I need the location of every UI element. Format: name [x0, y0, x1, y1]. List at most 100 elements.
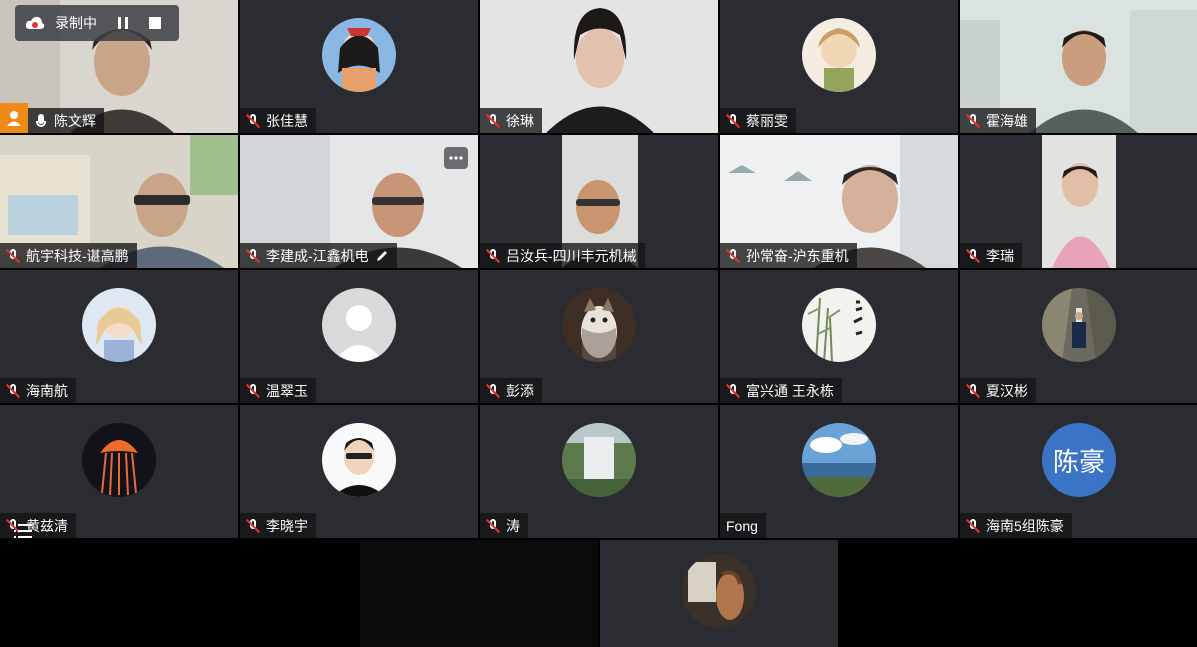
participant-tile[interactable]: 黄兹清 [0, 405, 238, 538]
participant-label: 富兴通 王永栋 [720, 378, 842, 403]
muted-microphone-icon[interactable] [246, 248, 260, 264]
bottom-strip [0, 540, 1197, 647]
muted-microphone-icon[interactable] [726, 113, 740, 129]
participant-name: 温翠玉 [266, 382, 308, 399]
cloud-record-icon [25, 16, 45, 29]
participant-avatar [322, 423, 396, 497]
participant-tile[interactable]: 彭添 [480, 270, 718, 403]
ellipsis-icon [449, 156, 463, 160]
participant-label: 海南5组陈豪 [960, 513, 1072, 538]
participant-name: 海南5组陈豪 [986, 517, 1064, 534]
participant-name: 李瑞 [986, 247, 1014, 264]
participant-avatar [562, 423, 636, 497]
participant-name: 航宇科技-谌高鹏 [26, 247, 129, 264]
participant-name: 李晓宇 [266, 517, 308, 534]
participant-tile[interactable]: 温翠玉 [240, 270, 478, 403]
default-avatar-icon [322, 288, 396, 362]
participant-label: 李建成-江鑫机电 [240, 243, 397, 268]
participant-label: 海南航 [0, 378, 76, 403]
more-options-button[interactable] [444, 147, 468, 169]
stop-icon[interactable] [147, 15, 163, 31]
participant-name: 陈文辉 [54, 112, 96, 129]
participant-tile[interactable]: 李建成-江鑫机电 [240, 135, 478, 268]
participant-name: 海南航 [26, 382, 68, 399]
muted-microphone-icon[interactable] [966, 113, 980, 129]
muted-microphone-icon[interactable] [246, 518, 260, 534]
participant-label: 涛 [480, 513, 528, 538]
initials-avatar: 陈豪 [1042, 423, 1116, 497]
participant-name: 徐琳 [506, 112, 534, 129]
participant-tile[interactable]: 陈豪 海南5组陈豪 [960, 405, 1197, 538]
participant-avatar [82, 423, 156, 497]
participant-tile[interactable]: 徐琳 [480, 0, 718, 133]
muted-microphone-icon[interactable] [726, 248, 740, 264]
participant-tile[interactable]: 富兴通 王永栋 [720, 270, 958, 403]
participant-name: 彭添 [506, 382, 534, 399]
participant-tile[interactable] [600, 540, 838, 647]
participant-name: 涛 [506, 517, 520, 534]
empty-slot [0, 540, 358, 647]
participant-tile[interactable]: 张佳慧 [240, 0, 478, 133]
participant-avatar [562, 288, 636, 362]
participant-label: 陈文辉 [28, 108, 104, 133]
participant-tile[interactable]: 航宇科技-谌高鹏 [0, 135, 238, 268]
participant-avatar [802, 423, 876, 497]
participant-label: 温翠玉 [240, 378, 316, 403]
participant-name: 蔡丽雯 [746, 112, 788, 129]
recording-controls: 录制中 [15, 5, 179, 41]
host-badge [0, 103, 28, 133]
participant-tile[interactable]: 吕汝兵-四川丰元机械 [480, 135, 718, 268]
participant-label: 徐琳 [480, 108, 542, 133]
participant-avatar [1042, 288, 1116, 362]
participant-name: 夏汉彬 [986, 382, 1028, 399]
microphone-icon[interactable] [34, 113, 48, 129]
participant-list-icon[interactable] [12, 520, 34, 542]
participant-label: 李瑞 [960, 243, 1022, 268]
participant-tile[interactable]: Fong [720, 405, 958, 538]
pause-icon[interactable] [115, 15, 131, 31]
participant-tile[interactable]: 海南航 [0, 270, 238, 403]
video-grid: 陈文辉 张佳慧 徐琳 蔡丽雯 霍海雄 航宇科技-谌高鹏 李建成-江鑫机电 吕汝兵… [0, 0, 1197, 540]
muted-microphone-icon[interactable] [486, 248, 500, 264]
participant-label: Fong [720, 513, 766, 538]
participant-label: 吕汝兵-四川丰元机械 [480, 243, 645, 268]
participant-name: 孙常奋-沪东重机 [746, 247, 849, 264]
participant-tile[interactable]: 涛 [480, 405, 718, 538]
muted-microphone-icon[interactable] [966, 383, 980, 399]
rename-pencil-icon[interactable] [375, 249, 389, 263]
user-icon [7, 111, 21, 126]
participant-label: 彭添 [480, 378, 542, 403]
empty-slot [840, 540, 1197, 647]
participant-avatar [802, 288, 876, 362]
muted-microphone-icon[interactable] [6, 248, 20, 264]
participant-name: 霍海雄 [986, 112, 1028, 129]
participant-name: 富兴通 王永栋 [746, 382, 834, 399]
participant-tile[interactable]: 夏汉彬 [960, 270, 1197, 403]
muted-microphone-icon[interactable] [966, 518, 980, 534]
muted-microphone-icon[interactable] [726, 383, 740, 399]
participant-avatar [802, 18, 876, 92]
participant-label: 霍海雄 [960, 108, 1036, 133]
participant-tile[interactable]: 孙常奋-沪东重机 [720, 135, 958, 268]
muted-microphone-icon[interactable] [246, 113, 260, 129]
muted-microphone-icon[interactable] [6, 383, 20, 399]
participant-label: 航宇科技-谌高鹏 [0, 243, 137, 268]
participant-avatar [682, 554, 756, 628]
muted-microphone-icon[interactable] [486, 518, 500, 534]
muted-microphone-icon[interactable] [966, 248, 980, 264]
participant-name: 张佳慧 [266, 112, 308, 129]
recording-status: 录制中 [55, 15, 97, 31]
participant-name: 李建成-江鑫机电 [266, 247, 369, 264]
participant-tile[interactable]: 蔡丽雯 [720, 0, 958, 133]
participant-label: 李晓宇 [240, 513, 316, 538]
participant-tile[interactable]: 霍海雄 [960, 0, 1197, 133]
participant-tile[interactable]: 李瑞 [960, 135, 1197, 268]
participant-tile[interactable]: 李晓宇 [240, 405, 478, 538]
muted-microphone-icon[interactable] [486, 383, 500, 399]
participant-label: 蔡丽雯 [720, 108, 796, 133]
participant-label: 张佳慧 [240, 108, 316, 133]
participant-name: 吕汝兵-四川丰元机械 [506, 247, 637, 264]
participant-avatar [322, 18, 396, 92]
muted-microphone-icon[interactable] [246, 383, 260, 399]
muted-microphone-icon[interactable] [486, 113, 500, 129]
